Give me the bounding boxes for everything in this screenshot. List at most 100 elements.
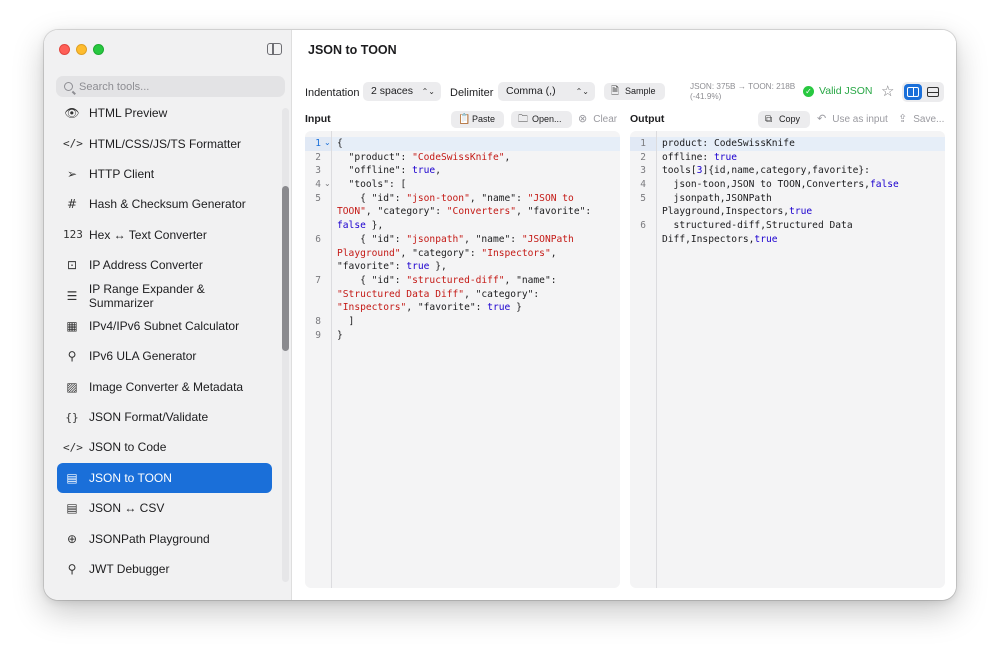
document-icon: 🗎 bbox=[611, 86, 620, 97]
magnifier-icon: ⊕ bbox=[66, 531, 78, 546]
clear-button[interactable]: ⊗ Clear bbox=[578, 112, 617, 125]
key-icon: ⚲ bbox=[67, 562, 77, 577]
main-content: JSON to TOON Indentation 2 spaces ⌃⌄ Del… bbox=[293, 30, 956, 600]
side-by-side-layout-icon[interactable] bbox=[904, 84, 922, 100]
sidebar-item-label: HTML Preview bbox=[89, 106, 168, 121]
sidebar-item[interactable]: ☰ IP Range Expander & Summarizer bbox=[57, 280, 272, 310]
fold-chevron-icon[interactable]: ⌄ bbox=[324, 138, 331, 147]
chevron-updown-icon: ⌃⌄ bbox=[421, 87, 435, 96]
sidebar-item[interactable]: ➢ HTTP Client bbox=[57, 159, 272, 189]
delimiter-select[interactable]: Comma (,) ⌃⌄ bbox=[498, 82, 595, 101]
sidebar-item[interactable]: 👁 HTML Preview bbox=[57, 98, 272, 128]
sidebar-scrollbar-thumb[interactable] bbox=[282, 186, 289, 351]
ip-icon: ⊡ bbox=[66, 258, 78, 273]
sidebar-item-label: Hash & Checksum Generator bbox=[89, 197, 246, 212]
input-pane-title: Input bbox=[305, 113, 331, 125]
sidebar-item-label: IPv6 ULA Generator bbox=[89, 349, 197, 364]
line-number: 4 bbox=[315, 179, 321, 191]
input-editor[interactable]: 1 ⌄ 2 3 4 ⌄ 5 6 7 8 9 { "product": "Code… bbox=[305, 131, 620, 588]
sidebar-item-label: IP Range Expander & Summarizer bbox=[88, 281, 205, 310]
line-number: 2 bbox=[640, 151, 646, 163]
clear-circle-icon: ⊗ bbox=[578, 112, 588, 125]
sidebar-item[interactable]: ⚲ JWT Debugger bbox=[57, 554, 272, 584]
key-icon: ⚲ bbox=[67, 349, 77, 364]
copy-icon: ⧉ bbox=[765, 114, 773, 125]
output-editor[interactable]: 1 2 3 4 5 6 product: CodeSwissKnife offli… bbox=[630, 131, 945, 588]
braces-icon: {} bbox=[65, 410, 79, 424]
sample-button[interactable]: 🗎 Sample bbox=[604, 83, 665, 100]
line-number: 5 bbox=[315, 192, 321, 204]
search-box[interactable] bbox=[56, 76, 285, 97]
sidebar-item[interactable]: ▤ JSON ↔ CSV bbox=[57, 493, 272, 523]
list-icon: ☰ bbox=[66, 288, 78, 303]
sidebar-item[interactable]: 123 Hex ↔ Text Converter bbox=[57, 220, 272, 250]
line-number: 6 bbox=[315, 233, 321, 245]
sidebar-item[interactable]: # Hash & Checksum Generator bbox=[57, 189, 272, 219]
tool-list: 👁 HTML Preview </> HTML/CSS/JS/TS Formatter… bbox=[57, 98, 272, 584]
checkmark-icon: ✓ bbox=[803, 85, 814, 97]
line-number: 4 bbox=[640, 179, 646, 191]
clipboard-icon: 📋 bbox=[458, 114, 471, 125]
folder-icon: 🗀 bbox=[518, 114, 528, 125]
indentation-select[interactable]: 2 spaces ⌃⌄ bbox=[363, 82, 441, 101]
sidebar-item[interactable]: {} JSON Format/Validate bbox=[57, 402, 272, 432]
input-line-gutter: 1 ⌄ 2 3 4 ⌄ 5 6 7 8 9 bbox=[305, 131, 332, 588]
sidebar-scrollbar[interactable] bbox=[282, 108, 289, 582]
sidebar-item-label: JWT Debugger bbox=[89, 562, 170, 577]
size-stats: JSON: 375B → TOON: 218B (-41.9%) bbox=[690, 82, 800, 102]
stacked-layout-icon[interactable] bbox=[925, 84, 942, 100]
delimiter-value: Comma (,) bbox=[506, 85, 556, 97]
paste-button-label: Paste bbox=[472, 114, 496, 124]
app-window: 👁 HTML Preview </> HTML/CSS/JS/TS Formatter… bbox=[44, 30, 956, 600]
code-icon: </> bbox=[63, 440, 83, 454]
save-button[interactable]: ⇪ Save... bbox=[898, 112, 944, 125]
validation-label: Valid JSON bbox=[819, 85, 873, 97]
sidebar-item[interactable]: ⊕ JSONPath Playground bbox=[57, 523, 272, 553]
toolbar: Indentation 2 spaces ⌃⌄ Delimiter Comma … bbox=[293, 82, 956, 104]
clear-button-label: Clear bbox=[593, 114, 618, 125]
open-button[interactable]: 🗀 Open... bbox=[511, 111, 572, 128]
sidebar-item-label: JSON to Code bbox=[89, 440, 167, 455]
line-number: 2 bbox=[315, 151, 321, 163]
favorite-star-icon[interactable]: ☆ bbox=[881, 82, 894, 100]
output-line-gutter: 1 2 3 4 5 6 bbox=[630, 131, 657, 588]
use-as-input-button[interactable]: ↶ Use as input bbox=[817, 112, 888, 125]
sidebar-item-label: Image Converter & Metadata bbox=[89, 379, 244, 394]
sidebar-item-label: HTML/CSS/JS/TS Formatter bbox=[89, 136, 242, 151]
indentation-label: Indentation bbox=[305, 87, 360, 99]
grid-icon: ▦ bbox=[66, 318, 78, 333]
sidebar-item-label: HTTP Client bbox=[89, 166, 155, 181]
sidebar-item[interactable]: ⊡ IP Address Converter bbox=[57, 250, 272, 280]
search-input[interactable] bbox=[79, 80, 269, 93]
save-icon: ⇪ bbox=[898, 112, 908, 125]
paper-plane-icon: ➢ bbox=[66, 166, 78, 181]
size-stats-percent: (-41.9%) bbox=[690, 92, 722, 101]
output-pane-title: Output bbox=[630, 113, 665, 125]
copy-button[interactable]: ⧉ Copy bbox=[758, 111, 810, 128]
line-number: 7 bbox=[315, 275, 321, 286]
eye-icon: 👁 bbox=[64, 106, 80, 121]
use-as-input-label: Use as input bbox=[832, 114, 888, 125]
sidebar-item[interactable]: ▦ IPv4/IPv6 Subnet Calculator bbox=[57, 311, 272, 341]
open-button-label: Open... bbox=[532, 114, 562, 124]
sidebar-item[interactable]: ▤ JSON to TOON bbox=[57, 462, 272, 494]
sidebar-item[interactable]: </> HTML/CSS/JS/TS Formatter bbox=[57, 128, 272, 158]
sidebar-item-label: JSON ↔ CSV bbox=[89, 501, 165, 516]
fold-chevron-icon[interactable]: ⌄ bbox=[324, 179, 331, 188]
undo-arrow-icon: ↶ bbox=[817, 112, 827, 125]
line-number: 9 bbox=[315, 329, 321, 341]
sidebar-item[interactable]: ⚲ IPv6 ULA Generator bbox=[57, 341, 272, 371]
sidebar-toggle-icon[interactable] bbox=[267, 43, 282, 55]
sidebar-item[interactable]: </> JSON to Code bbox=[57, 432, 272, 462]
paste-button[interactable]: 📋 Paste bbox=[451, 111, 504, 128]
zoom-window-button[interactable] bbox=[93, 44, 104, 55]
minimize-window-button[interactable] bbox=[76, 44, 87, 55]
hash-icon: # bbox=[66, 197, 78, 212]
copy-button-label: Copy bbox=[779, 114, 801, 124]
close-window-button[interactable] bbox=[59, 44, 70, 55]
sidebar-item-label: Hex ↔ Text Converter bbox=[89, 227, 207, 242]
line-number: 8 bbox=[315, 316, 321, 328]
sidebar-item[interactable]: ▨ Image Converter & Metadata bbox=[57, 372, 272, 402]
code-icon: </> bbox=[63, 137, 83, 151]
table-icon: ▤ bbox=[66, 470, 78, 485]
